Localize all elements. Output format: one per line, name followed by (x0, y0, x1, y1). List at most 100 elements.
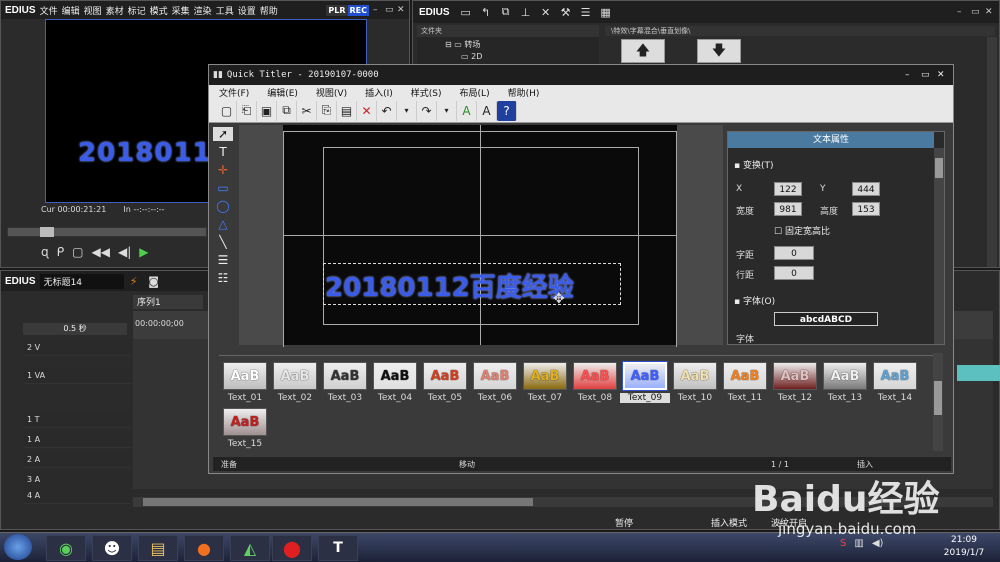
qt-menu-item[interactable]: 文件(F) (219, 86, 249, 99)
rewind-icon[interactable]: ◀◀ (92, 245, 110, 259)
layers-icon[interactable]: ⧉ (496, 2, 516, 22)
style-tile[interactable]: AaB (373, 362, 417, 390)
folder-icon[interactable]: ▭ (456, 2, 476, 22)
tree-item-transitions[interactable]: ⊟ ▭ 转场 (417, 37, 599, 52)
char-spacing-input[interactable]: 0 (774, 246, 814, 260)
qt-maximize-icon[interactable]: ▭ (921, 70, 937, 80)
style-label[interactable]: Text_11 (720, 393, 770, 403)
y-input[interactable]: 444 (852, 182, 880, 196)
taskbar-qq-icon[interactable]: ☻ (92, 535, 132, 561)
track-header[interactable]: 1 T (23, 411, 131, 428)
undo-icon[interactable]: ↶ (377, 100, 397, 121)
x-input[interactable]: 122 (774, 182, 802, 196)
track-header[interactable]: 4 A (23, 487, 131, 504)
menu-item[interactable]: 采集 (172, 4, 190, 17)
zoom-control[interactable]: 0.5 秒 (23, 323, 127, 335)
panel-scrollbar[interactable] (934, 148, 944, 344)
qt-canvas[interactable]: 20180112百度经验 ✥ (283, 125, 677, 347)
menu-item[interactable]: 模式 (150, 4, 168, 17)
qt-menu-item[interactable]: 视图(V) (316, 86, 347, 99)
style-label[interactable]: Text_04 (370, 393, 420, 403)
camera-icon[interactable]: ◙ (144, 271, 164, 291)
menu-item[interactable]: 文件 (40, 4, 58, 17)
plr-button[interactable]: PLR (326, 4, 348, 16)
menu-item[interactable]: 素材 (106, 4, 124, 17)
taskbar-edius-icon[interactable]: ◭ (230, 535, 270, 561)
menu-item[interactable]: 帮助 (260, 4, 278, 17)
taskbar-firefox-icon[interactable]: ● (184, 535, 224, 561)
bin-minimize-icon[interactable]: – (957, 7, 971, 17)
style-tile[interactable]: AaB (573, 362, 617, 390)
open-icon[interactable]: ⎗ (237, 100, 257, 121)
redo-dropdown-icon[interactable]: ▾ (437, 100, 457, 121)
style-label[interactable]: Text_14 (870, 393, 920, 403)
style-tile[interactable]: AaB (823, 362, 867, 390)
stop-icon[interactable]: ▢ (72, 245, 83, 259)
taskbar-explorer-icon[interactable]: ▤ (138, 535, 178, 561)
paste-icon[interactable]: ▤ (337, 100, 357, 121)
taskbar-ie-icon[interactable]: ◉ (46, 535, 86, 561)
track-header[interactable]: 2 A (23, 451, 131, 468)
track-header[interactable]: 1 VA (23, 367, 131, 384)
distribute-tool-icon[interactable]: ☷ (218, 271, 229, 285)
style-label[interactable]: Text_05 (420, 393, 470, 403)
triangle-tool-icon[interactable]: △ (218, 217, 227, 231)
style-label[interactable]: Text_09 (620, 393, 670, 403)
qt-canvas-area[interactable]: 20180112百度经验 ✥ (239, 125, 723, 347)
maximize-icon[interactable]: ▭ (385, 5, 397, 15)
redo-icon[interactable]: ↷ (417, 100, 437, 121)
qt-minimize-icon[interactable]: – (905, 70, 921, 80)
qt-menu-item[interactable]: 布局(L) (460, 86, 490, 99)
delete-icon[interactable]: ✕ (536, 2, 556, 22)
style-label[interactable]: Text_01 (220, 393, 270, 403)
rectangle-tool-icon[interactable]: ▭ (217, 181, 228, 195)
rec-button[interactable]: REC (347, 4, 369, 16)
style-label[interactable]: Text_10 (670, 393, 720, 403)
menu-item[interactable]: 设置 (238, 4, 256, 17)
qt-menu-item[interactable]: 帮助(H) (508, 86, 540, 99)
wand-icon[interactable]: ⚡ (124, 271, 144, 291)
delete-object-icon[interactable]: ✕ (357, 100, 377, 121)
style-label[interactable]: Text_06 (470, 393, 520, 403)
cut-icon[interactable]: ✂ (297, 100, 317, 121)
style-tile[interactable]: AaB (223, 362, 267, 390)
lock-ratio-checkbox[interactable]: ☐ 固定宽高比 (774, 224, 830, 237)
width-input[interactable]: 981 (774, 202, 802, 216)
clock[interactable]: 21:09 2019/1/7 (934, 534, 994, 560)
menu-item[interactable]: 编辑 (62, 4, 80, 17)
track-header[interactable]: 3 A (23, 471, 131, 488)
grid-icon[interactable]: ▦ (596, 2, 616, 22)
step-back-icon[interactable]: ◀| (118, 245, 131, 259)
play-icon[interactable]: ▶ (139, 245, 148, 259)
effect-thumb-1[interactable]: 🡅 (621, 39, 665, 63)
ellipse-tool-icon[interactable]: ◯ (216, 199, 229, 213)
style-label[interactable]: Text_07 (520, 393, 570, 403)
transform-section[interactable]: ▪ 变换(T) (734, 158, 774, 171)
menu-item[interactable]: 渲染 (194, 4, 212, 17)
qt-close-icon[interactable]: ✕ (937, 70, 953, 80)
style-tile[interactable]: AaB (622, 361, 668, 391)
style-tile[interactable]: AaB (273, 362, 317, 390)
taskbar-record-icon[interactable]: ⬤ (272, 535, 312, 561)
taskbar-titler-icon[interactable]: T (318, 535, 358, 561)
bin-close-icon[interactable]: ✕ (985, 7, 999, 17)
style-tile[interactable]: AaB (773, 362, 817, 390)
mark-out-icon[interactable]: ᑭ (57, 245, 65, 259)
track-header[interactable]: 2 V (23, 339, 131, 356)
menu-item[interactable]: 标记 (128, 4, 146, 17)
bin-scrollbar[interactable] (987, 37, 997, 267)
bin-maximize-icon[interactable]: ▭ (971, 7, 985, 17)
menu-item[interactable]: 工具 (216, 4, 234, 17)
height-input[interactable]: 153 (852, 202, 880, 216)
scrubber-handle[interactable] (40, 227, 54, 237)
style-tile[interactable]: AaB (523, 362, 567, 390)
volume-icon[interactable]: ◀) (872, 538, 884, 549)
text-tool-icon[interactable]: T (219, 145, 226, 159)
close-icon[interactable]: ✕ (397, 5, 409, 15)
copy-icon[interactable]: ⎘ (317, 100, 337, 121)
style-tile[interactable]: AaB (223, 408, 267, 436)
save-icon[interactable]: ▣ (257, 100, 277, 121)
style-label[interactable]: Text_15 (220, 439, 270, 449)
style-tile[interactable]: AaB (473, 362, 517, 390)
network-icon[interactable]: ▥ (854, 538, 863, 549)
